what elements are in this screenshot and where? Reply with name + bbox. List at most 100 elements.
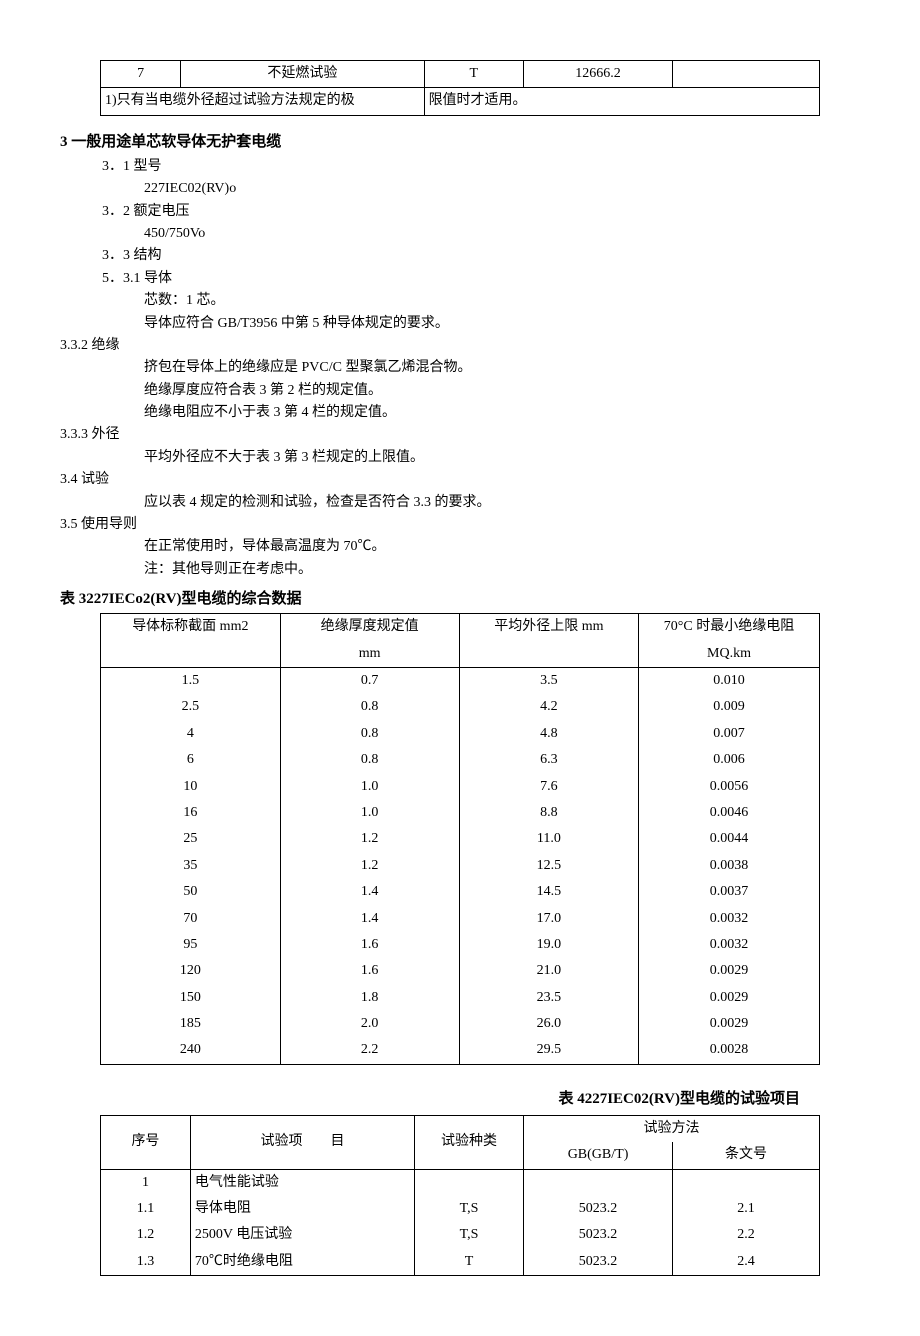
t3-h3: 平均外径上限 mm [459, 614, 638, 641]
sec-3-2-num: 3．2 额定电压 [102, 201, 860, 223]
table-3-cell: 4.8 [459, 721, 638, 747]
table-3-cell: 0.0029 [638, 958, 819, 984]
table-3-cell: 0.0037 [638, 879, 819, 905]
t3-h2u: mm [280, 641, 459, 668]
table-3-header-unit-row: mm MQ.km [101, 641, 820, 668]
table-3-cell: 240 [101, 1037, 281, 1064]
table-3-cell: 2.5 [101, 694, 281, 720]
table-4-cell: 1 [101, 1169, 191, 1196]
table-3-cell: 16 [101, 800, 281, 826]
table-3-cell: 0.8 [280, 747, 459, 773]
sec-3-3-3-l1: 平均外径应不大于表 3 第 3 栏规定的上限值。 [144, 447, 860, 469]
table-4-cell: 2500V 电压试验 [190, 1222, 414, 1248]
table-3: 导体标称截面 mm2 绝缘厚度规定值 平均外径上限 mm 70°C 时最小绝缘电… [100, 613, 820, 1065]
table-3-cell: 70 [101, 906, 281, 932]
sec-3-3-2-l3: 绝缘电阻应不小于表 3 第 4 栏的规定值。 [144, 402, 860, 424]
table-3-cell: 2.0 [280, 1011, 459, 1037]
cell-empty [672, 61, 819, 88]
table-3-cell: 1.4 [280, 906, 459, 932]
table-3-cell: 0.8 [280, 721, 459, 747]
table-3-cell: 23.5 [459, 985, 638, 1011]
table-3-cell: 1.2 [280, 826, 459, 852]
table-4-cell: 5023.2 [524, 1249, 673, 1276]
cell-type: T [424, 61, 523, 88]
table-4-cell: T [415, 1249, 524, 1276]
top-table-row: 7 不延燃试验 T 12666.2 [101, 61, 820, 88]
section-3-heading: 3 一般用途单芯软导体无护套电缆 [60, 130, 860, 154]
table-4: 序号 试验项 目 试验种类 试验方法 GB(GB/T) 条文号 1电气性能试验1… [100, 1115, 820, 1276]
table-3-cell: 1.0 [280, 774, 459, 800]
cell-standard: 12666.2 [524, 61, 673, 88]
table-3-cell: 6.3 [459, 747, 638, 773]
table-3-cell: 4 [101, 721, 281, 747]
table-3-row: 1.50.73.50.010 [101, 667, 820, 694]
sec-3-5-l2: 注：其他导则正在考虑中。 [144, 559, 860, 581]
table-4-cell: T,S [415, 1196, 524, 1222]
t3-h2: 绝缘厚度规定值 [280, 614, 459, 641]
table-3-cell: 0.0056 [638, 774, 819, 800]
t4-h4b: 条文号 [673, 1142, 820, 1169]
table-3-cell: 1.5 [101, 667, 281, 694]
table-4-cell: 5023.2 [524, 1222, 673, 1248]
table-3-cell: 0.0046 [638, 800, 819, 826]
table-3-row: 701.417.00.0032 [101, 906, 820, 932]
sec-3-5-num: 3.5 使用导则 [60, 514, 860, 536]
table-3-cell: 0.0029 [638, 985, 819, 1011]
cell-index: 7 [101, 61, 181, 88]
table-3-cell: 1.2 [280, 853, 459, 879]
table-3-cell: 0.0044 [638, 826, 819, 852]
sec-3-3-2-l1: 挤包在导体上的绝缘应是 PVC/C 型聚氯乙烯混合物。 [144, 357, 860, 379]
table-4-header-row-1: 序号 试验项 目 试验种类 试验方法 [101, 1115, 820, 1142]
table-3-cell: 26.0 [459, 1011, 638, 1037]
table-3-cell: 12.5 [459, 853, 638, 879]
table-4-caption: 表 4227IEC02(RV)型电缆的试验项目 [60, 1087, 800, 1111]
table-3-cell: 50 [101, 879, 281, 905]
table-3-cell: 14.5 [459, 879, 638, 905]
table-3-cell: 3.5 [459, 667, 638, 694]
sec-3-3-1-l1: 芯数：1 芯。 [144, 290, 860, 312]
table-4-cell [415, 1169, 524, 1196]
t3-h4u: MQ.km [638, 641, 819, 668]
table-3-row: 2.50.84.20.009 [101, 694, 820, 720]
sec-3-3-2-num: 3.3.2 绝缘 [60, 335, 860, 357]
table-3-row: 1852.026.00.0029 [101, 1011, 820, 1037]
table-3-cell: 0.009 [638, 694, 819, 720]
table-3-cell: 7.6 [459, 774, 638, 800]
cell-test-name: 不延燃试验 [181, 61, 424, 88]
top-partial-table: 7 不延燃试验 T 12666.2 1)只有当电缆外径超过试验方法规定的极 限值… [100, 60, 820, 116]
table-3-cell: 6 [101, 747, 281, 773]
table-3-header-row: 导体标称截面 mm2 绝缘厚度规定值 平均外径上限 mm 70°C 时最小绝缘电… [101, 614, 820, 641]
table-3-cell: 4.2 [459, 694, 638, 720]
table-3-cell: 25 [101, 826, 281, 852]
table-3-row: 351.212.50.0038 [101, 853, 820, 879]
table-4-row: 1.22500V 电压试验T,S5023.22.2 [101, 1222, 820, 1248]
sec-3-4-l1: 应以表 4 规定的检测和试验，检查是否符合 3.3 的要求。 [144, 492, 860, 514]
table-3-cell: 0.0028 [638, 1037, 819, 1064]
table-4-cell: 1.1 [101, 1196, 191, 1222]
table-3-cell: 8.8 [459, 800, 638, 826]
sec-3-3-1-num: 5．3.1 导体 [102, 268, 860, 290]
table-3-cell: 0.007 [638, 721, 819, 747]
table-3-row: 501.414.50.0037 [101, 879, 820, 905]
table-3-cell: 21.0 [459, 958, 638, 984]
table-3-row: 60.86.30.006 [101, 747, 820, 773]
sec-3-4-num: 3.4 试验 [60, 469, 860, 491]
table-3-row: 161.08.80.0046 [101, 800, 820, 826]
table-4-row: 1.1导体电阻T,S5023.22.1 [101, 1196, 820, 1222]
table-4-cell: T,S [415, 1222, 524, 1248]
sec-3-3-2-l2: 绝缘厚度应符合表 3 第 2 栏的规定值。 [144, 380, 860, 402]
t4-h2: 试验项 目 [190, 1115, 414, 1169]
t4-h1: 序号 [101, 1115, 191, 1169]
table-3-cell: 150 [101, 985, 281, 1011]
t3-h4: 70°C 时最小绝缘电阻 [638, 614, 819, 641]
table-4-row: 1.370℃时绝缘电阻T5023.22.4 [101, 1249, 820, 1276]
table-4-cell: 2.1 [673, 1196, 820, 1222]
table-4-row: 1电气性能试验 [101, 1169, 820, 1196]
sec-3-3-3-num: 3.3.3 外径 [60, 424, 860, 446]
table-4-cell: 导体电阻 [190, 1196, 414, 1222]
t4-h4: 试验方法 [524, 1115, 820, 1142]
table-4-cell: 1.2 [101, 1222, 191, 1248]
table-3-row: 1201.621.00.0029 [101, 958, 820, 984]
table-4-cell: 5023.2 [524, 1196, 673, 1222]
table-3-cell: 1.6 [280, 932, 459, 958]
